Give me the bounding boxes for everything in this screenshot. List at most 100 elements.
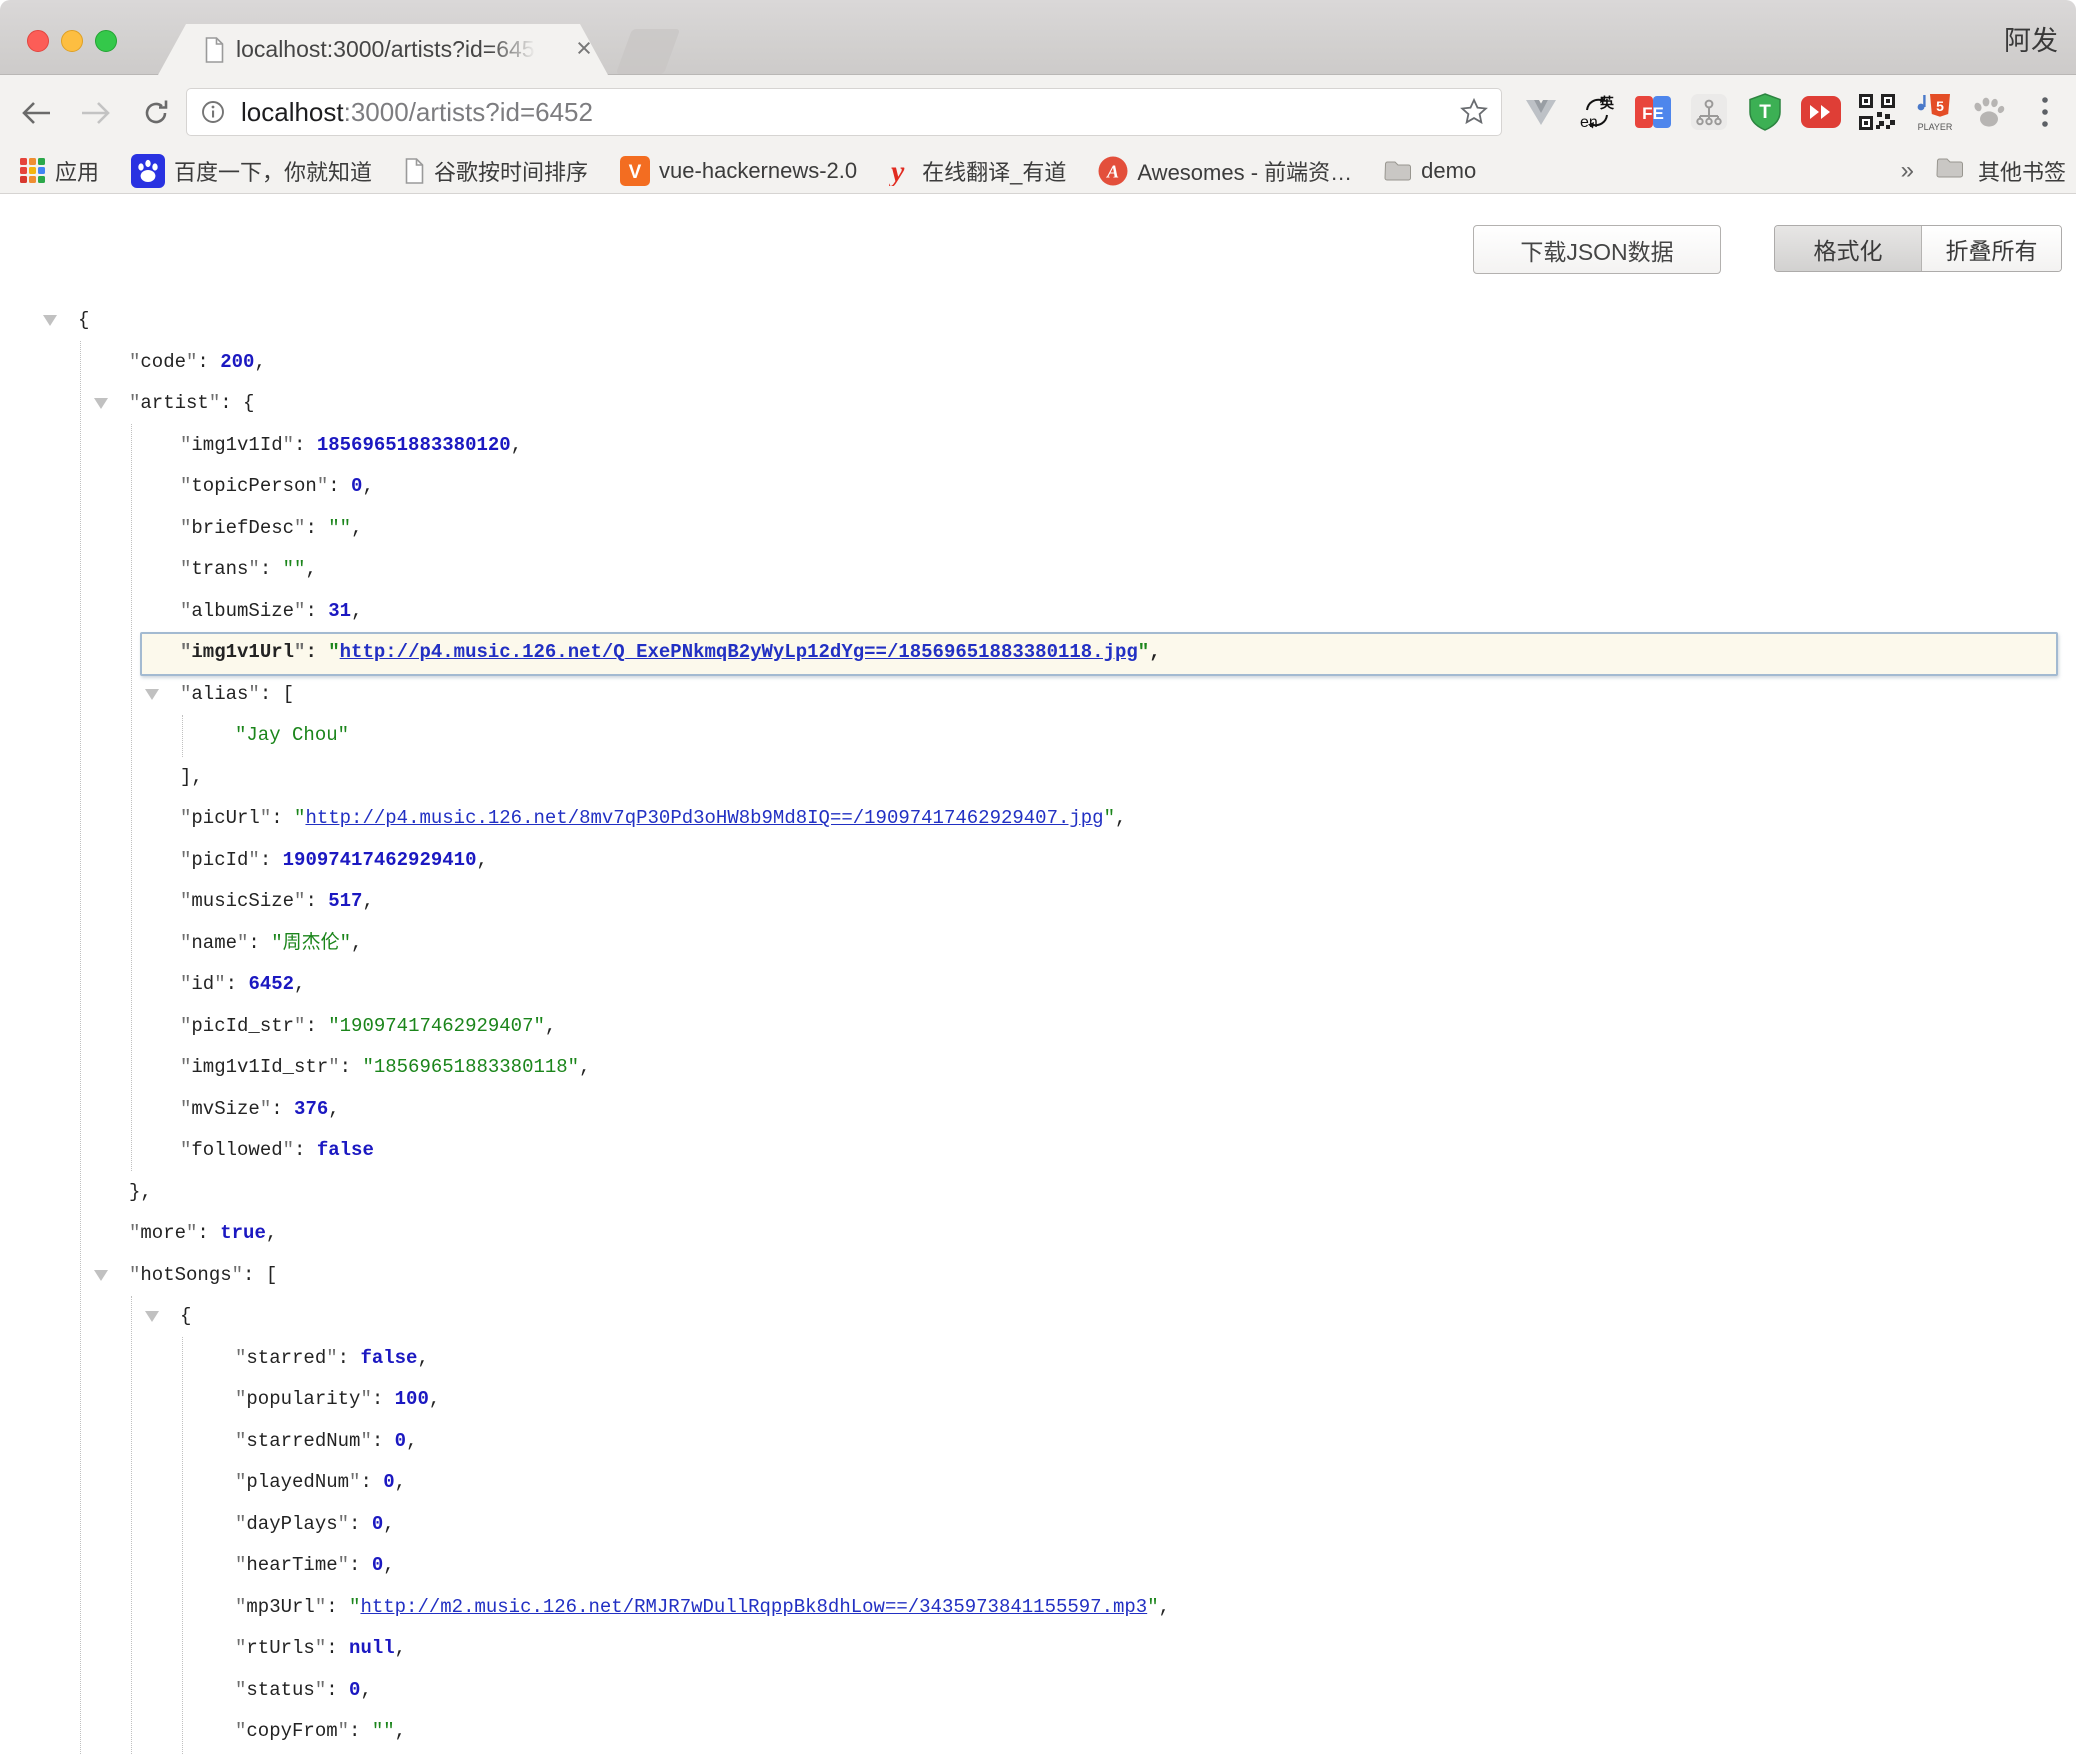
json-line-text: "picId_str": "19097417462929407", <box>180 1015 556 1037</box>
url-host: localhost <box>241 97 344 127</box>
back-button[interactable] <box>16 93 56 133</box>
json-viewer: {"code": 200,"artist": {"img1v1Id": 1856… <box>0 194 2076 1754</box>
json-line-code: "code": 200, <box>0 342 2076 384</box>
json-key: starredNum <box>246 1430 360 1452</box>
json-quote: " <box>235 1388 246 1410</box>
json-key: albumSize <box>191 600 294 622</box>
json-quote: " <box>180 973 191 995</box>
new-tab-button[interactable] <box>616 29 680 74</box>
forward-button[interactable] <box>76 93 116 133</box>
json-line-close-bracket: ], <box>0 757 2076 799</box>
json-key: hotSongs <box>140 1264 231 1286</box>
json-key: img1v1Url <box>191 641 294 663</box>
bookmark-item[interactable]: demo <box>1384 158 1476 184</box>
awesomes-icon: A <box>1098 156 1128 186</box>
svg-text:A: A <box>1106 161 1119 181</box>
tab-close-icon[interactable]: × <box>566 24 602 74</box>
tab-strip: localhost:3000/artists?id=645 × 阿发 <box>0 0 2076 75</box>
json-number-value: 31 <box>328 600 351 622</box>
tampermonkey-icon[interactable]: T <box>1744 90 1786 134</box>
url-text: localhost:3000/artists?id=6452 <box>241 89 593 135</box>
json-colon: : <box>372 1388 395 1410</box>
other-bookmarks-folder-icon <box>1936 157 1964 185</box>
json-number-value: 0 <box>395 1430 406 1452</box>
json-colon: : <box>349 1513 372 1535</box>
json-quote: " <box>186 351 197 373</box>
zoom-window-button[interactable] <box>95 30 117 52</box>
bookmark-item[interactable]: y在线翻译_有道 <box>889 155 1066 187</box>
json-line-open-bracket: { <box>0 1296 2076 1338</box>
collapse-toggle-icon[interactable] <box>145 1311 159 1322</box>
json-line-text: "hotSongs": [ <box>129 1264 277 1286</box>
profile-name[interactable]: 阿发 <box>2004 19 2058 58</box>
json-quote: " <box>180 1015 191 1037</box>
fast-forward-icon[interactable] <box>1800 90 1842 134</box>
bookmark-star-icon[interactable] <box>1459 97 1489 132</box>
json-comma: , <box>254 351 265 373</box>
json-number-value: 0 <box>351 475 362 497</box>
json-string-value: "周杰伦" <box>271 932 351 954</box>
browser-tab[interactable]: localhost:3000/artists?id=645 × <box>158 24 608 75</box>
menu-dots-icon[interactable] <box>2024 90 2066 134</box>
collapse-toggle-icon[interactable] <box>94 1270 108 1281</box>
html5-player-icon[interactable]: 5PLAYER <box>1912 90 1954 134</box>
paw-icon[interactable] <box>1968 90 2010 134</box>
reload-button[interactable] <box>136 93 176 133</box>
json-colon: : <box>271 1098 294 1120</box>
json-line-text: "copyFrom": "", <box>235 1720 406 1742</box>
bookmark-item[interactable]: Vvue-hackernews-2.0 <box>620 156 857 186</box>
json-line-trans: "trans": "", <box>0 549 2076 591</box>
json-key: dayPlays <box>246 1513 337 1535</box>
collapse-toggle-icon[interactable] <box>43 315 57 326</box>
json-line-status: "status": 0, <box>0 1670 2076 1712</box>
json-line-img1v1Url: "img1v1Url": "http://p4.music.126.net/Q_… <box>0 632 2076 674</box>
bookmark-item[interactable]: 谷歌按时间排序 <box>404 155 588 187</box>
json-line-text: "rtUrls": null, <box>235 1637 406 1659</box>
json-quote: " <box>129 351 140 373</box>
address-bar[interactable]: localhost:3000/artists?id=6452 <box>186 88 1502 136</box>
translate-icon[interactable]: 英en <box>1576 90 1618 134</box>
json-line-text: "popularity": 100, <box>235 1388 440 1410</box>
collapse-toggle-icon[interactable] <box>145 689 159 700</box>
other-bookmarks-label[interactable]: 其他书签 <box>1978 155 2066 187</box>
json-line-musicSize: "musicSize": 517, <box>0 881 2076 923</box>
json-quote: " <box>232 1264 243 1286</box>
json-line-alias: "alias": [ <box>0 674 2076 716</box>
json-line-text: "more": true, <box>129 1222 277 1244</box>
json-key: img1v1Id <box>191 434 282 456</box>
json-comma: , <box>328 1098 339 1120</box>
bookmarks-overflow-icon[interactable]: » <box>1901 157 1914 185</box>
bookmark-item[interactable]: AAwesomes - 前端资… <box>1098 155 1352 187</box>
fe-icon[interactable]: FE <box>1632 90 1674 134</box>
json-bool-value: true <box>220 1222 266 1244</box>
qr-code-icon[interactable] <box>1856 90 1898 134</box>
sitemap-icon[interactable] <box>1688 90 1730 134</box>
bookmark-item[interactable]: 百度一下，你就知道 <box>131 154 372 188</box>
minimize-window-button[interactable] <box>61 30 83 52</box>
json-quote: " <box>294 890 305 912</box>
json-quote: " <box>294 807 305 829</box>
bookmark-label: 应用 <box>55 155 99 187</box>
json-quote: " <box>235 1596 246 1618</box>
json-key: mp3Url <box>246 1596 314 1618</box>
json-open-bracket: { <box>78 309 89 331</box>
json-key: picId_str <box>191 1015 294 1037</box>
json-url-link[interactable]: http://p4.music.126.net/8mv7qP30Pd3oHW8b… <box>305 807 1103 829</box>
bookmark-item[interactable]: 应用 <box>20 155 99 187</box>
json-comma: , <box>545 1015 556 1037</box>
json-comma: , <box>351 600 362 622</box>
vue-icon: V <box>620 156 650 186</box>
vue-devtools-icon[interactable] <box>1520 90 1562 134</box>
json-line-starredNum: "starredNum": 0, <box>0 1421 2076 1463</box>
json-url-link[interactable]: http://m2.music.126.net/RMJR7wDullRqppBk… <box>360 1596 1147 1618</box>
json-colon: : <box>271 807 294 829</box>
json-key: popularity <box>246 1388 360 1410</box>
json-url-link[interactable]: http://p4.music.126.net/Q_ExePNkmqB2yWyL… <box>340 641 1138 663</box>
close-window-button[interactable] <box>27 30 49 52</box>
collapse-toggle-icon[interactable] <box>94 398 108 409</box>
json-quote: " <box>180 1139 191 1161</box>
json-colon: : <box>340 1056 363 1078</box>
json-quote: " <box>248 683 259 705</box>
site-info-icon[interactable] <box>201 100 225 129</box>
bookmarks-items: 应用百度一下，你就知道谷歌按时间排序 Vvue-hackernews-2.0 y在线… <box>20 154 1508 188</box>
